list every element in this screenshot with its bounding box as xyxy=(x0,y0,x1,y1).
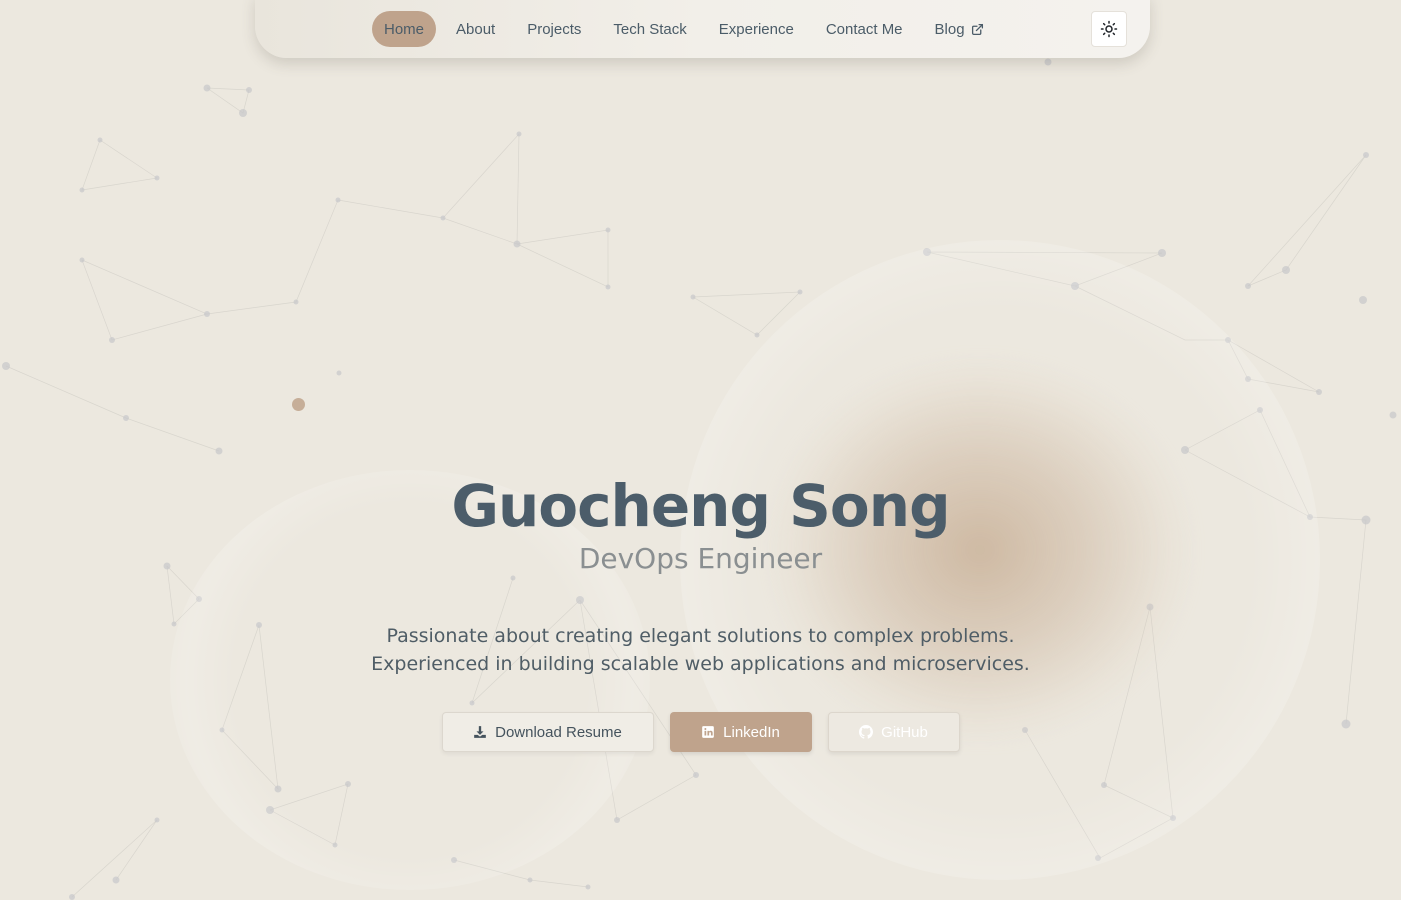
github-button[interactable]: GitHub xyxy=(827,712,960,752)
nav-item-projects[interactable]: Projects xyxy=(515,11,593,47)
download-resume-button[interactable]: Download Resume xyxy=(441,712,654,752)
nav-item-label: Tech Stack xyxy=(613,20,687,38)
nav-item-blog[interactable]: Blog xyxy=(923,11,996,47)
hero-role: DevOps Engineer xyxy=(578,542,823,575)
nav-item-label: Contact Me xyxy=(825,20,903,38)
hero-description-line: Experienced in building scalable web app… xyxy=(371,653,1030,675)
nav-item-label: Projects xyxy=(527,20,582,38)
nav-item-experience[interactable]: Experience xyxy=(707,11,806,47)
hero-description: Passionate about creating elegant soluti… xyxy=(0,622,1401,678)
nav-item-label: About xyxy=(456,20,496,38)
cursor-dot xyxy=(292,398,305,411)
nav-item-label: Experience xyxy=(718,20,794,38)
github-label: GitHub xyxy=(881,723,928,741)
download-icon xyxy=(473,725,487,739)
linkedin-button[interactable]: LinkedIn xyxy=(669,712,812,752)
linkedin-label: LinkedIn xyxy=(723,723,780,741)
hero-description-line: Passionate about creating elegant soluti… xyxy=(386,625,1015,647)
hero-actions: Download Resume LinkedIn GitHub xyxy=(0,712,1401,752)
nav-item-tech-stack[interactable]: Tech Stack xyxy=(601,11,698,47)
linkedin-icon xyxy=(701,725,715,739)
nav-item-about[interactable]: About xyxy=(444,11,507,47)
hero-name: Guocheng Song xyxy=(451,472,950,540)
nav-menu: Home About Projects Tech Stack Experienc… xyxy=(372,11,1004,47)
sun-icon xyxy=(1100,20,1118,38)
github-icon xyxy=(859,725,874,739)
download-resume-label: Download Resume xyxy=(495,723,622,741)
hero-section: Guocheng Song DevOps Engineer xyxy=(0,466,1401,576)
nav-item-label: Home xyxy=(384,20,425,38)
nav-item-home[interactable]: Home xyxy=(372,11,437,47)
top-navbar: Home About Projects Tech Stack Experienc… xyxy=(255,0,1150,58)
external-link-icon xyxy=(971,23,984,36)
nav-item-contact[interactable]: Contact Me xyxy=(814,11,915,47)
nav-item-label: Blog xyxy=(934,20,965,38)
theme-toggle-button[interactable] xyxy=(1091,11,1127,47)
